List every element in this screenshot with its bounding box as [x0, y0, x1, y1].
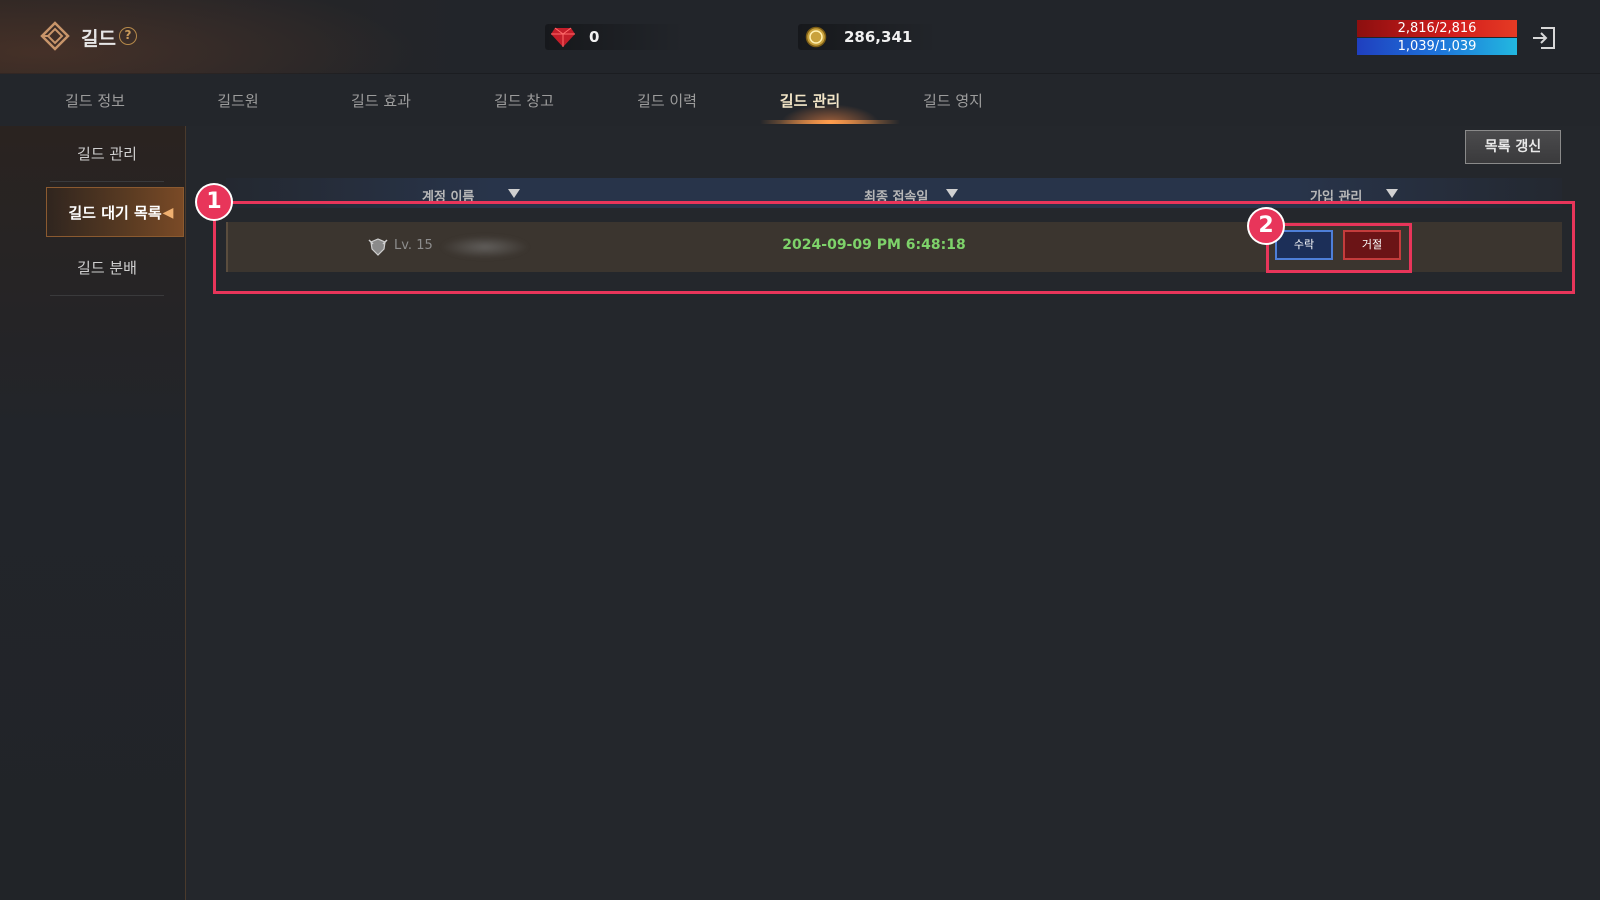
tab-bar: 길드 정보 길드원 길드 효과 길드 창고 길드 이력 길드 관리 길드 영지 [0, 74, 1600, 126]
chevron-left-icon: ◀ [162, 205, 174, 221]
highlight-buttons-box [1266, 223, 1412, 273]
sidebar-item-label: 길드 분배 [77, 259, 137, 277]
tab-guild-territory[interactable]: 길드 영지 [883, 90, 1023, 111]
help-icon[interactable]: ? [119, 27, 137, 45]
red-gem-icon [551, 27, 575, 47]
gold-amount: 286,341 [844, 28, 913, 46]
exit-icon[interactable] [1530, 24, 1558, 52]
sidebar-item-waiting-list[interactable]: 길드 대기 목록 ◀ [46, 187, 184, 237]
sidebar-item-label: 길드 대기 목록 [68, 204, 162, 222]
step-badge-2: 2 [1249, 209, 1283, 243]
tab-guild-members[interactable]: 길드원 [168, 90, 308, 111]
sidebar: 길드 관리 길드 대기 목록 ◀ 길드 분배 [0, 126, 186, 900]
active-tab-underline [760, 120, 900, 124]
tab-guild-history[interactable]: 길드 이력 [597, 90, 737, 111]
hp-bar: 2,816/2,816 [1357, 20, 1517, 37]
mp-bar: 1,039/1,039 [1357, 38, 1517, 55]
sidebar-item-label: 길드 관리 [77, 145, 137, 163]
sort-down-icon[interactable] [946, 189, 958, 198]
tab-guild-management[interactable]: 길드 관리 [740, 90, 880, 111]
page-title: 길드 [81, 28, 116, 50]
top-bar: 길드 ? 0 286,341 2,816/2,816 1,039/1,039 [0, 0, 1600, 130]
tab-guild-storage[interactable]: 길드 창고 [454, 90, 594, 111]
gold-currency: 286,341 [798, 24, 938, 50]
gem-currency: 0 [545, 24, 685, 50]
sort-down-icon[interactable] [1386, 189, 1398, 198]
sidebar-item-guild-management[interactable]: 길드 관리 [50, 126, 164, 182]
sort-down-icon[interactable] [508, 189, 520, 198]
step-badge-1: 1 [197, 185, 231, 219]
gem-amount: 0 [589, 28, 600, 46]
gold-coin-icon [805, 26, 827, 48]
sidebar-item-distribution[interactable]: 길드 분배 [50, 240, 164, 296]
tab-guild-effects[interactable]: 길드 효과 [311, 90, 451, 111]
refresh-list-button[interactable]: 목록 갱신 [1465, 130, 1561, 164]
guild-emblem-icon [40, 21, 70, 51]
tab-guild-info[interactable]: 길드 정보 [25, 90, 165, 111]
